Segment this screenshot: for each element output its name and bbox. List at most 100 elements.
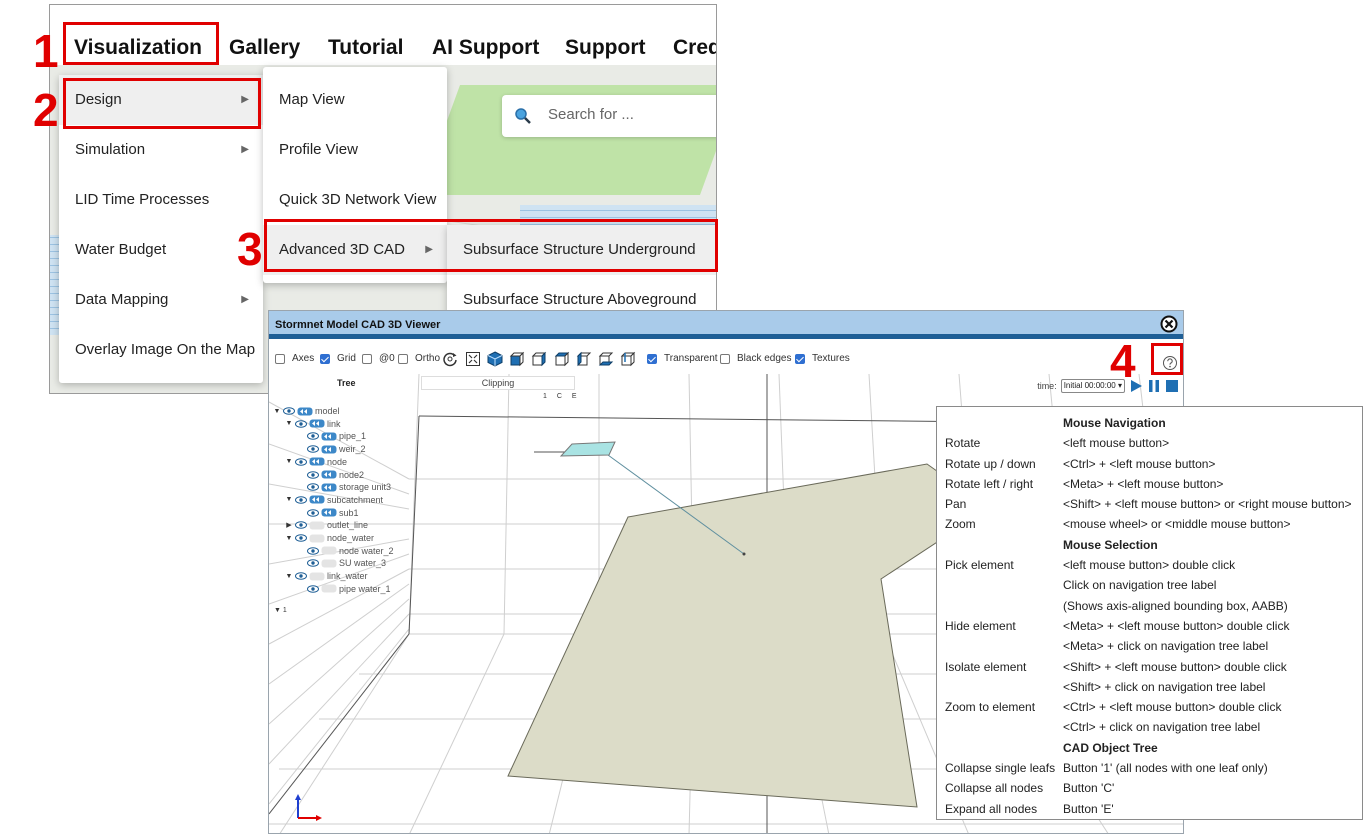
tree-node[interactable]: node water_2 [297, 545, 394, 557]
fit-view-icon[interactable] [465, 351, 481, 367]
view-right-icon[interactable] [598, 351, 614, 367]
tree-node-label[interactable]: subcatchment [327, 495, 383, 505]
menu-item-design[interactable]: Design ▶ [59, 75, 263, 125]
axes-checkbox[interactable]: Axes [275, 353, 314, 364]
nav-gallery[interactable]: Gallery [229, 36, 300, 60]
subcatchment-polygon[interactable] [507, 463, 990, 808]
tree-node[interactable]: weir_2 [297, 443, 366, 455]
eye-icon[interactable] [307, 470, 319, 479]
tree-toggle-icon[interactable]: ▼ [285, 420, 293, 427]
tree-node-label[interactable]: weir_2 [339, 444, 366, 454]
tree-node-label[interactable]: pipe water_1 [339, 584, 391, 594]
tree-node-label[interactable]: node2 [339, 470, 364, 480]
tree-node-label[interactable]: node water_2 [339, 546, 394, 556]
storage-unit-box[interactable] [559, 441, 616, 457]
reset-view-icon[interactable] [442, 351, 458, 367]
tree-node[interactable]: ▶ outlet_line [285, 519, 368, 531]
tree-node[interactable]: ▼ subcatchment [285, 494, 384, 506]
tree-node[interactable]: storage unit3 [297, 481, 391, 493]
menu-item-profile-view[interactable]: Profile View [263, 125, 447, 175]
nav-credits[interactable]: Cred [673, 36, 716, 60]
eye-icon[interactable] [295, 572, 307, 580]
view-left-icon[interactable] [576, 351, 592, 367]
tree-toggle-icon[interactable]: ▼ [285, 496, 293, 503]
at0-checkbox[interactable]: @0 [362, 353, 395, 364]
nav-support[interactable]: Support [565, 36, 645, 60]
nav-visualization[interactable]: Visualization [74, 36, 202, 60]
tree-node[interactable]: pipe water_1 [297, 583, 391, 595]
tree-toggle-icon[interactable]: ▼ [273, 408, 281, 415]
checkbox-box [275, 353, 285, 364]
tree-node[interactable]: node2 [297, 469, 364, 481]
tree-node-label[interactable]: SU water_3 [339, 558, 386, 568]
iso-view-icon[interactable] [487, 351, 503, 367]
tree-node-label[interactable]: node [327, 457, 347, 467]
tree-node[interactable]: ▼ model [273, 405, 340, 417]
view-bottom-icon[interactable] [620, 351, 636, 367]
eye-icon[interactable] [307, 483, 319, 491]
menu-item-simulation[interactable]: Simulation ▶ [59, 125, 263, 175]
search-bar[interactable] [502, 95, 716, 137]
tree-node-label[interactable]: pipe_1 [339, 431, 366, 441]
help-icon[interactable] [1162, 355, 1178, 371]
eye-icon[interactable] [307, 445, 319, 453]
tree-commands[interactable]: 1 C E [543, 393, 581, 400]
tree-node[interactable]: ▼ node [285, 456, 348, 468]
menu-item-overlay-image[interactable]: Overlay Image On the Map [59, 325, 263, 375]
tree-node[interactable]: pipe_1 [297, 430, 366, 442]
menu-item-lid-time-processes[interactable]: LID Time Processes [59, 175, 263, 225]
eye-icon[interactable] [295, 457, 307, 466]
menu-item-water-budget[interactable]: Water Budget [59, 225, 263, 275]
eye-icon[interactable] [307, 546, 319, 555]
tree-node[interactable]: ▼ link [285, 418, 341, 430]
stop-icon[interactable] [1165, 379, 1179, 393]
ortho-checkbox[interactable]: Ortho [398, 353, 440, 364]
tree-node[interactable]: SU water_3 [297, 557, 386, 569]
tree-node[interactable]: ▼ node_water [285, 532, 375, 544]
clipping-tab[interactable]: Clipping [421, 376, 575, 390]
grid-checkbox[interactable]: Grid [320, 353, 356, 364]
view-back-icon[interactable] [531, 351, 547, 367]
tree-node-label[interactable]: link_water [327, 571, 368, 581]
tree-node-label[interactable]: model [315, 406, 340, 416]
view-top-icon[interactable] [554, 351, 570, 367]
tree-node-label[interactable]: storage unit3 [339, 482, 391, 492]
eye-icon[interactable] [307, 432, 319, 441]
eye-icon[interactable] [295, 534, 307, 542]
eye-icon[interactable] [295, 419, 307, 428]
menu-item-subsurface-underground[interactable]: Subsurface Structure Underground [447, 225, 716, 275]
menu-item-data-mapping[interactable]: Data Mapping ▶ [59, 275, 263, 325]
pause-icon[interactable] [1147, 379, 1161, 393]
nav-ai-support[interactable]: AI Support [432, 36, 539, 60]
tree-node-label[interactable]: link [327, 419, 341, 429]
menu-item-label: Water Budget [75, 241, 167, 258]
black-edges-checkbox[interactable]: Black edges [720, 353, 791, 364]
eye-icon[interactable] [295, 521, 307, 530]
transparent-checkbox[interactable]: Transparent [647, 353, 718, 364]
tree-node-label[interactable]: outlet_line [327, 520, 368, 530]
eye-icon[interactable] [307, 584, 319, 593]
tree-toggle-icon[interactable]: ▼ [285, 458, 293, 465]
tree-node-label[interactable]: sub1 [339, 508, 359, 518]
textures-checkbox[interactable]: Textures [795, 353, 850, 364]
eye-icon[interactable] [295, 496, 307, 504]
eye-icon[interactable] [283, 407, 295, 415]
help-shortcut: <Shift> + <left mouse button> or <right … [1063, 497, 1352, 512]
menu-item-map-view[interactable]: Map View [263, 75, 447, 125]
eye-icon[interactable] [307, 559, 319, 568]
tree-node[interactable]: ▼ link_water [285, 570, 368, 582]
nav-tutorial[interactable]: Tutorial [328, 36, 403, 60]
eye-icon[interactable] [307, 508, 319, 517]
tree-toggle-icon[interactable]: ▼ [285, 535, 293, 542]
menu-item-advanced-3d-cad[interactable]: Advanced 3D CAD ▶ [263, 225, 447, 275]
help-shortcut: Button '1' (all nodes with one leaf only… [1063, 761, 1268, 776]
close-icon[interactable] [1159, 314, 1179, 334]
tree-toggle-icon[interactable]: ▶ [285, 521, 293, 529]
view-front-icon[interactable] [509, 351, 525, 367]
tree-node-label[interactable]: node_water [327, 533, 374, 543]
menu-item-quick-3d-network-view[interactable]: Quick 3D Network View [263, 175, 447, 225]
help-shortcut: Button 'E' [1063, 801, 1114, 816]
search-input[interactable] [546, 105, 706, 124]
tree-node[interactable]: sub1 [297, 507, 359, 519]
tree-toggle-icon[interactable]: ▼ [285, 573, 293, 580]
